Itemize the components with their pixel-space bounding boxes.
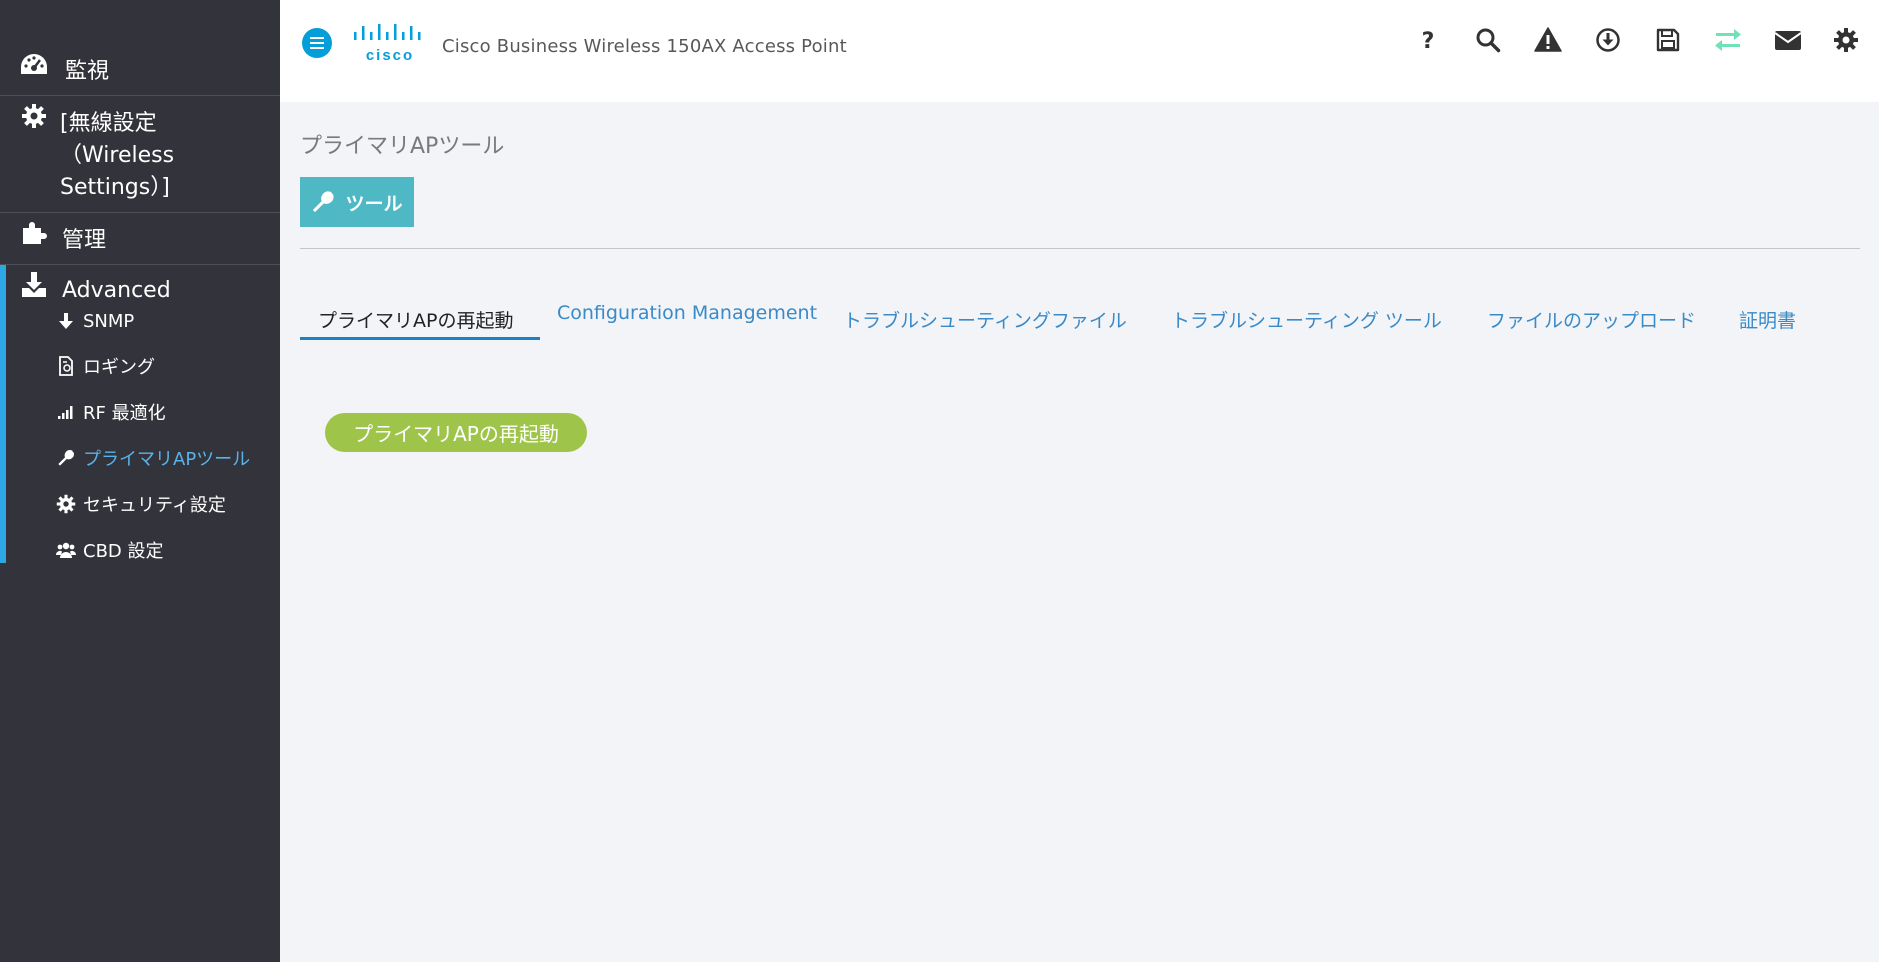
page-title: プライマリAPツール [300, 134, 505, 159]
download-icon [1596, 28, 1620, 52]
sidebar-item-label: 監視 [65, 59, 110, 84]
sidebar-subitem-security-settings[interactable]: セキュリティ設定 [55, 488, 226, 520]
search-button[interactable] [1470, 22, 1506, 58]
search-icon [1476, 28, 1501, 53]
messages-button[interactable] [1770, 22, 1806, 58]
tab-troubleshooting-files[interactable]: トラブルシューティングファイル [843, 306, 1127, 333]
users-icon [55, 539, 77, 561]
wrench-icon [313, 191, 335, 213]
help-button[interactable]: ? [1410, 22, 1446, 58]
download-button[interactable] [1590, 22, 1626, 58]
arrow-down-icon [55, 310, 77, 332]
signal-bars-icon [55, 401, 77, 423]
sidebar-subitem-label: ロギング [83, 357, 155, 378]
help-icon: ? [1422, 29, 1435, 52]
alerts-button[interactable] [1530, 22, 1566, 58]
tab-configuration-management[interactable]: Configuration Management [557, 302, 817, 324]
svg-text:?: ? [1422, 29, 1435, 52]
sidebar-item-wireless-settings[interactable]: [無線設定 （Wireless Settings）] [0, 96, 280, 213]
puzzle-icon [18, 217, 50, 247]
sidebar-item-label: Advanced [62, 278, 171, 303]
sidebar-subitem-label: プライマリAPツール [83, 449, 251, 470]
app-title: Cisco Business Wireless 150AX Access Poi… [442, 36, 847, 57]
settings-button[interactable] [1828, 22, 1864, 58]
cisco-logo: cisco [352, 22, 428, 64]
gear-icon [1834, 28, 1858, 52]
log-file-icon [55, 355, 77, 377]
sidebar-subitem-rf-optimization[interactable]: RF 最適化 [55, 396, 166, 428]
sidebar: 監視 [無線設定 （Wireless Settings）] 管理 Advance… [0, 0, 280, 962]
top-header: cisco Cisco Business Wireless 150AX Acce… [280, 0, 1879, 102]
tools-button-label: ツール [345, 192, 403, 215]
download-tray-icon [18, 269, 50, 299]
tools-button[interactable]: ツール [300, 177, 414, 227]
tab-certificates[interactable]: 証明書 [1739, 306, 1796, 333]
tab-file-upload[interactable]: ファイルのアップロード [1487, 306, 1696, 333]
sidebar-subitem-label: CBD 設定 [83, 541, 164, 562]
sidebar-subitem-label: SNMP [83, 310, 135, 332]
save-icon [1656, 28, 1680, 52]
dashboard-icon [18, 50, 50, 80]
sync-button[interactable] [1710, 22, 1746, 58]
sidebar-subitem-primary-ap-tools[interactable]: プライマリAPツール [55, 442, 250, 474]
hamburger-icon [310, 37, 324, 49]
sync-icon [1715, 29, 1741, 51]
gear-icon [18, 101, 50, 131]
sidebar-subitem-logging[interactable]: ロギング [55, 350, 155, 382]
wrench-icon [55, 447, 77, 469]
save-button[interactable] [1650, 22, 1686, 58]
sidebar-item-management[interactable]: 管理 [0, 213, 280, 265]
tab-troubleshooting-tools[interactable]: トラブルシューティング ツール [1171, 306, 1442, 333]
sidebar-item-monitoring[interactable]: 監視 [0, 46, 280, 96]
sidebar-subitem-snmp[interactable]: SNMP [55, 305, 134, 337]
menu-toggle-button[interactable] [302, 28, 332, 58]
mail-icon [1774, 31, 1802, 50]
sidebar-subitem-label: セキュリティ設定 [83, 495, 226, 516]
sidebar-item-label: 管理 [62, 228, 107, 253]
sidebar-subitem-cbd-settings[interactable]: CBD 設定 [55, 534, 164, 566]
active-tab-underline [300, 337, 540, 340]
alert-icon [1534, 27, 1562, 52]
sidebar-item-label: [無線設定 （Wireless Settings）] [60, 111, 175, 200]
section-divider [300, 248, 1860, 249]
gear-icon [55, 493, 77, 515]
tab-primary-ap-restart[interactable]: プライマリAPの再起動 [318, 306, 513, 333]
svg-text:cisco: cisco [366, 47, 414, 64]
restart-primary-ap-button[interactable]: プライマリAPの再起動 [325, 413, 587, 452]
sidebar-subitem-label: RF 最適化 [83, 403, 166, 424]
